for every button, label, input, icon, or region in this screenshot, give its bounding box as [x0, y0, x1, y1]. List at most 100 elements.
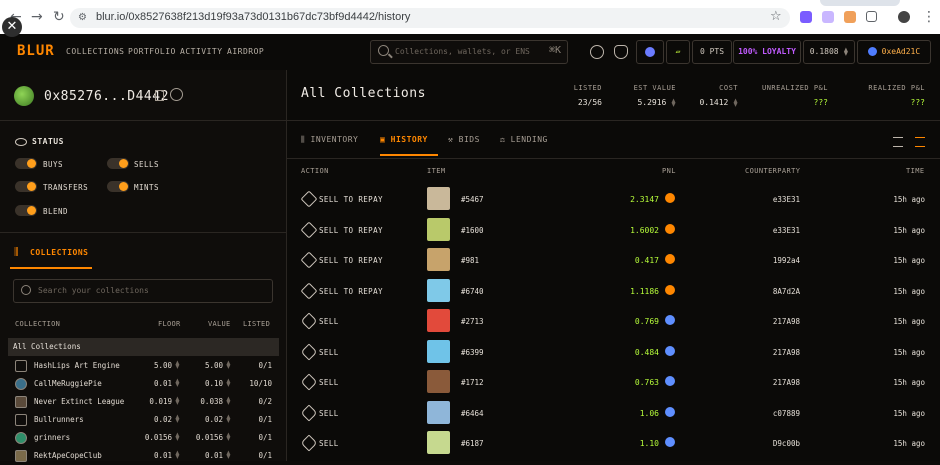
stat-value: ???	[910, 98, 925, 107]
extension-icon[interactable]	[800, 11, 812, 23]
item-id[interactable]: #6740	[461, 287, 484, 296]
opensea-icon[interactable]	[170, 88, 183, 101]
tab-lending[interactable]: ⚖ LENDING	[500, 135, 548, 144]
forward-icon[interactable]: →	[31, 10, 43, 24]
nav-portfolio[interactable]: PORTFOLIO	[128, 47, 176, 56]
counterparty[interactable]: c07889	[707, 409, 800, 418]
metamask-icon[interactable]	[844, 11, 856, 23]
counterparty[interactable]: 1992a4	[707, 256, 800, 265]
mints-toggle[interactable]	[107, 181, 129, 192]
tab-inventory[interactable]: ⫼ INVENTORY	[301, 135, 358, 145]
counterparty[interactable]: 8A7d2A	[707, 287, 800, 296]
item-id[interactable]: #6399	[461, 348, 484, 357]
col-header-collection[interactable]: COLLECTION	[15, 320, 60, 328]
copy-icon[interactable]	[155, 90, 164, 101]
history-row[interactable]: SELL #6399 0.484 217A98 15h ago	[287, 337, 940, 367]
collection-floor: 0.019	[149, 397, 172, 406]
globe-icon[interactable]	[590, 45, 604, 59]
close-icon[interactable]: ✕	[2, 17, 22, 37]
list-view-icon[interactable]	[893, 137, 903, 147]
browser-tab[interactable]	[820, 0, 900, 6]
sells-toggle[interactable]	[107, 158, 129, 169]
collection-row[interactable]: Never Extinct League 0.019 ⧫ 0.038 ⧫ 0/2	[0, 393, 286, 411]
collection-search-input[interactable]: Search your collections	[13, 279, 273, 303]
item-id[interactable]: #6187	[461, 439, 484, 448]
history-row[interactable]: SELL #2713 0.769 217A98 15h ago	[287, 306, 940, 336]
history-row[interactable]: SELL TO REPAY #6740 1.1186 8A7d2A 15h ago	[287, 276, 940, 306]
loyalty-badge[interactable]: 100% LOYALTY	[733, 40, 801, 64]
nft-thumbnail[interactable]	[427, 278, 450, 302]
collection-row[interactable]: grinners 0.0156 ⧫ 0.0156 ⧫ 0/1	[0, 429, 286, 447]
history-row[interactable]: SELL #6187 1.10 D9c00b 15h ago	[287, 428, 940, 458]
item-id[interactable]: #981	[461, 256, 479, 265]
item-id[interactable]: #5467	[461, 195, 484, 204]
reload-icon[interactable]: ↻	[53, 10, 65, 24]
nft-thumbnail[interactable]	[427, 400, 450, 424]
history-row[interactable]: SELL #6464 1.06 c07889 15h ago	[287, 398, 940, 428]
counterparty[interactable]: e33E31	[707, 226, 800, 235]
collection-listed: 0/2	[258, 397, 272, 406]
site-info-icon[interactable]: ⚙	[78, 11, 87, 25]
compact-view-icon[interactable]	[915, 137, 925, 147]
all-collections-row[interactable]: All Collections	[8, 338, 279, 356]
col-header-floor[interactable]: FLOOR	[158, 320, 181, 328]
wallet-address: 0x85276...D4442	[44, 89, 169, 104]
collection-value: 0.02	[204, 415, 223, 424]
history-row[interactable]: SELL TO REPAY #1600 1.6002 e33E31 15h ago	[287, 215, 940, 245]
extension-icon[interactable]	[822, 11, 834, 23]
item-id[interactable]: #1712	[461, 378, 484, 387]
extensions-puzzle-icon[interactable]	[866, 11, 877, 22]
nft-thumbnail[interactable]	[427, 339, 450, 363]
counterparty[interactable]: D9c00b	[707, 439, 800, 448]
transfers-toggle[interactable]	[15, 181, 37, 192]
counterparty[interactable]: e33E31	[707, 195, 800, 204]
history-icon: ▣	[380, 135, 391, 144]
nft-thumbnail[interactable]	[427, 370, 450, 393]
browser-menu-icon[interactable]: ⋮	[922, 10, 936, 24]
nft-thumbnail[interactable]	[427, 248, 450, 271]
tab-bids[interactable]: ⚒ BIDS	[448, 135, 480, 144]
collection-listed: 0/1	[258, 415, 272, 424]
tab-history[interactable]: ▣ HISTORY	[380, 135, 428, 144]
points-badge[interactable]: 0 PTS	[692, 40, 732, 64]
nav-activity[interactable]: ACTIVITY	[180, 47, 223, 56]
nav-collections[interactable]: COLLECTIONS	[66, 47, 124, 56]
collections-tab[interactable]: ⫼ COLLECTIONS	[10, 237, 286, 271]
collection-row[interactable]: Bullrunners 0.02 ⧫ 0.02 ⧫ 0/1	[0, 411, 286, 429]
history-row[interactable]: SELL TO REPAY #5467 2.3147 e33E31 15h ago	[287, 184, 940, 214]
collection-row[interactable]: CallMeRuggiePie 0.01 ⧫ 0.10 ⧫ 10/10	[0, 375, 286, 393]
buys-toggle[interactable]	[15, 158, 37, 169]
nft-thumbnail[interactable]	[427, 187, 450, 210]
action-label: SELL TO REPAY	[319, 195, 383, 204]
nav-airdrop[interactable]: AIRDROP	[227, 47, 264, 56]
history-row[interactable]: SELL #1712 0.763 217A98 15h ago	[287, 367, 940, 397]
profile-avatar-icon[interactable]	[898, 11, 910, 23]
counterparty[interactable]: 217A98	[707, 317, 800, 326]
global-search-input[interactable]: Collections, wallets, or ENS ⌘K	[370, 40, 568, 64]
nft-thumbnail[interactable]	[427, 309, 450, 332]
col-header-value[interactable]: VALUE	[208, 320, 231, 328]
counterparty[interactable]: 217A98	[707, 348, 800, 357]
item-id[interactable]: #2713	[461, 317, 484, 326]
account-button[interactable]: 0xeAd21C	[857, 40, 931, 64]
item-id[interactable]: #1600	[461, 226, 484, 235]
balance-pill[interactable]: 0.1808 ⧫	[803, 40, 855, 64]
item-id[interactable]: #6464	[461, 409, 484, 418]
blur-logo[interactable]: BLUR	[17, 43, 55, 59]
eth-coin-icon	[665, 315, 675, 325]
blend-coin-icon	[665, 254, 675, 264]
collection-row[interactable]: RektApeCopeClub 0.01 ⧫ 0.01 ⧫ 0/1	[0, 447, 286, 465]
eth-network-button[interactable]	[636, 40, 664, 64]
rewards-icon[interactable]: ▱	[666, 40, 690, 64]
eth-symbol-icon: ⧫	[175, 360, 180, 369]
history-row[interactable]: SELL TO REPAY #981 0.417 1992a4 15h ago	[287, 245, 940, 275]
collection-row[interactable]: HashLips Art Engine 5.00 ⧫ 5.00 ⧫ 0/1	[0, 357, 286, 375]
col-header-listed[interactable]: LISTED	[243, 320, 270, 328]
bell-icon[interactable]	[614, 45, 628, 59]
blend-toggle[interactable]	[15, 205, 37, 216]
url-text[interactable]: blur.io/0x8527638f213d19f93a73d0131b67dc…	[96, 11, 410, 23]
counterparty[interactable]: 217A98	[707, 378, 800, 387]
bookmark-star-icon[interactable]: ☆	[770, 10, 782, 24]
nft-thumbnail[interactable]	[427, 431, 450, 454]
nft-thumbnail[interactable]	[427, 217, 450, 241]
